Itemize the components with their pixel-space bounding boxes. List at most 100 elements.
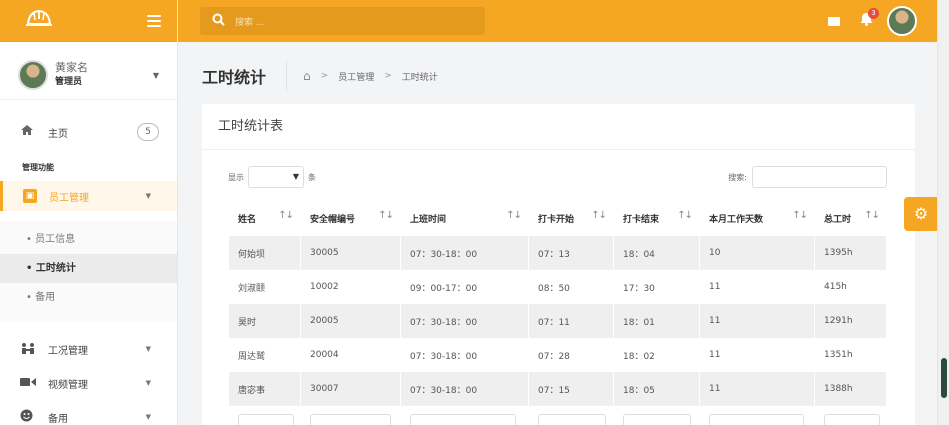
cell-name: 何始坝 — [229, 236, 301, 270]
table-row[interactable]: 唐宓事 30007 07：30-18：00 07：15 18：05 11 138… — [229, 372, 887, 406]
cell-shift-time: 07：30-18：00 — [401, 338, 529, 372]
column-header-helmet-id[interactable]: 安全帽编号 ↑↓ — [301, 200, 401, 236]
scrollbar[interactable] — [937, 0, 949, 425]
chevron-right-icon: > — [320, 71, 329, 81]
filter-row — [229, 406, 887, 425]
cell-name: 刘淑颐 — [229, 270, 301, 304]
column-header-clock-in[interactable]: 打卡开始 ↑↓ — [529, 200, 614, 236]
column-filter-select[interactable] — [238, 414, 294, 425]
cell-helmet-id: 20005 — [301, 304, 401, 338]
cell-clock-out: 18：04 — [614, 236, 700, 270]
cell-total-hours: 1388h — [815, 372, 887, 406]
cell-shift-time: 07：30-18：00 — [401, 372, 529, 406]
table-row[interactable]: 刘淑颐 10002 09：00-17：00 08：50 17：30 11 415… — [229, 270, 887, 304]
cell-clock-in: 07：15 — [529, 372, 614, 406]
id-card-icon: ▣ — [23, 189, 37, 203]
table-row[interactable]: 何始坝 30005 07：30-18：00 07：13 18：04 10 139… — [229, 236, 887, 270]
video-camera-icon — [20, 376, 36, 390]
home-icon[interactable]: ⌂ — [303, 69, 311, 83]
chevron-down-icon: ▼ — [145, 192, 151, 200]
sidebar-item-label: 视频管理 — [48, 379, 88, 391]
caret-down-icon[interactable]: ▼ — [153, 71, 159, 80]
breadcrumb: ⌂ > 员工管理 > 工时统计 — [303, 69, 438, 83]
helmet-logo-icon — [24, 7, 54, 35]
menu-toggle-icon[interactable] — [147, 15, 161, 27]
sort-icon[interactable]: ↑↓ — [792, 210, 808, 221]
chevron-down-icon: ▼ — [145, 413, 151, 421]
chevron-right-icon: > — [384, 71, 392, 81]
sidebar: 黄家名 管理员 ▼ 主页 5 管理功能 ▣ 员工管理 ▼ • 员工信息 • 工时… — [0, 0, 178, 425]
column-header-shift-time[interactable]: 上班时间 ↑↓ — [401, 200, 529, 236]
section-title: 管理功能 — [22, 163, 54, 172]
table-row[interactable]: 周达鹫 20004 07：30-18：00 07：28 18：02 11 135… — [229, 338, 887, 372]
column-filter-select[interactable] — [623, 414, 692, 425]
table-search-input[interactable] — [752, 166, 887, 188]
gear-icon[interactable]: ⚙ — [904, 197, 938, 231]
cell-work-days: 11 — [700, 304, 815, 338]
sidebar-item-video-management[interactable]: 视频管理 ▼ — [0, 366, 177, 400]
divider — [286, 61, 288, 91]
cell-helmet-id: 10002 — [301, 270, 401, 304]
column-header-work-days[interactable]: 本月工作天数 ↑↓ — [700, 200, 815, 236]
sort-icon[interactable]: ↑↓ — [864, 210, 880, 221]
cell-helmet-id: 30007 — [301, 372, 401, 406]
notification-badge: 3 — [868, 8, 879, 19]
sort-icon[interactable]: ↑↓ — [278, 210, 294, 221]
page-size-select[interactable]: ▼ — [248, 166, 304, 188]
column-header-clock-out[interactable]: 打卡结束 ↑↓ — [614, 200, 700, 236]
topbar: 搜索 ... 3 — [178, 0, 937, 42]
sidebar-item-label: 员工管理 — [49, 192, 89, 204]
show-label: 显示 — [228, 173, 244, 182]
column-filter-select[interactable] — [410, 414, 517, 425]
cell-helmet-id: 20004 — [301, 338, 401, 372]
user-name: 黄家名 — [55, 60, 88, 74]
sidebar-item-home[interactable]: 主页 5 — [0, 110, 177, 154]
cell-clock-out: 18：02 — [614, 338, 700, 372]
sort-icon[interactable]: ↑↓ — [591, 210, 607, 221]
home-icon — [20, 124, 40, 140]
sidebar-item-spare[interactable]: 备用 ▼ — [0, 400, 177, 425]
sort-icon[interactable]: ↑↓ — [506, 210, 522, 221]
sort-icon[interactable]: ↑↓ — [677, 210, 693, 221]
cell-total-hours: 1351h — [815, 338, 887, 372]
page-header: 工时统计 ⌂ > 员工管理 > 工时统计 — [202, 60, 438, 92]
search-label: 搜索: — [728, 173, 747, 182]
cell-shift-time: 07：30-18：00 — [401, 304, 529, 338]
work-hours-table: 姓名 ↑↓ 安全帽编号 ↑↓ 上班时间 ↑↓ 打卡开始 ↑↓ 打卡结束 ↑↓ 本月工作天数… — [229, 200, 887, 425]
mail-icon[interactable] — [828, 16, 840, 26]
sidebar-subitem-employee-info[interactable]: • 员工信息 — [0, 225, 177, 254]
column-filter-select[interactable] — [310, 414, 391, 425]
cell-clock-in: 08：50 — [529, 270, 614, 304]
cell-work-days: 11 — [700, 338, 815, 372]
sidebar-subitem-work-hours[interactable]: • 工时统计 — [0, 254, 177, 283]
smile-icon — [20, 409, 36, 425]
scrollbar-thumb[interactable] — [941, 358, 947, 398]
sidebar-item-employee-management[interactable]: ▣ 员工管理 ▼ — [0, 181, 177, 211]
column-filter-select[interactable] — [709, 414, 804, 425]
column-header-total-hours[interactable]: 总工时 ↑↓ — [815, 200, 887, 236]
bell-icon[interactable]: 3 — [860, 8, 879, 30]
cell-total-hours: 415h — [815, 270, 887, 304]
column-header-name[interactable]: 姓名 ↑↓ — [229, 200, 301, 236]
sort-icon[interactable]: ↑↓ — [378, 210, 394, 221]
search-input[interactable]: 搜索 ... — [235, 15, 264, 28]
cell-clock-out: 18：01 — [614, 304, 700, 338]
cell-work-days: 11 — [700, 372, 815, 406]
count-badge: 5 — [137, 123, 159, 141]
table-row[interactable]: 昊时 20005 07：30-18：00 07：11 18：01 11 1291… — [229, 304, 887, 338]
cell-clock-out: 17：30 — [614, 270, 700, 304]
sidebar-item-label: 主页 — [48, 128, 68, 140]
column-filter-select[interactable] — [538, 414, 606, 425]
people-icon — [20, 342, 36, 357]
user-panel[interactable]: 黄家名 管理员 ▼ — [0, 50, 177, 100]
avatar[interactable] — [887, 6, 917, 36]
cell-clock-out: 18：05 — [614, 372, 700, 406]
cell-clock-in: 07：11 — [529, 304, 614, 338]
column-filter-select[interactable] — [824, 414, 880, 425]
page-title: 工时统计 — [202, 68, 267, 87]
sidebar-subitem-spare[interactable]: • 备用 — [0, 283, 177, 312]
global-search[interactable]: 搜索 ... — [200, 7, 485, 35]
cell-clock-in: 07：28 — [529, 338, 614, 372]
sidebar-item-site-management[interactable]: 工况管理 ▼ — [0, 332, 177, 366]
breadcrumb-item[interactable]: 员工管理 — [338, 70, 374, 83]
